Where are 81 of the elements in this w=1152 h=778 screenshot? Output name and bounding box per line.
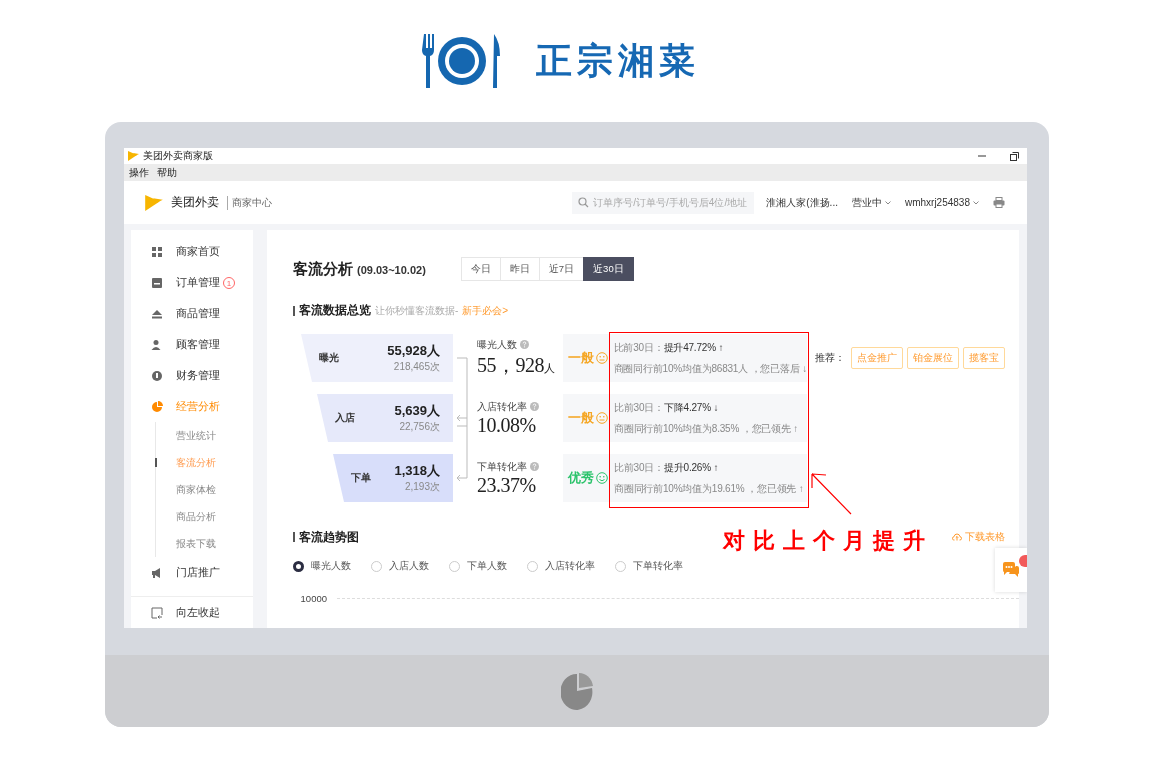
sidebar-item[interactable]: 订单管理 1 — [131, 267, 253, 298]
date-tab[interactable]: 近30日 — [583, 257, 634, 281]
peer-text: 商圈同行前10%均值为86831人 ，您已落后 ↓ — [613, 361, 807, 376]
section-hint: 让你秒懂客流数据- — [375, 304, 459, 318]
smiley-icon — [596, 472, 608, 484]
sidebar-item[interactable]: 财务管理 — [131, 360, 253, 391]
receipt-icon — [151, 276, 163, 289]
collapse-icon — [151, 606, 163, 619]
brand-title: 正宗湘菜 — [536, 38, 700, 83]
section-title: 客流数据总览 — [299, 302, 371, 319]
metric-value: 55，928人 — [477, 352, 556, 378]
date-tab[interactable]: 昨日 — [499, 257, 540, 281]
coin-icon — [151, 369, 163, 382]
menu-item[interactable]: 操作 — [129, 165, 149, 180]
metric-value: 23.37% — [477, 473, 537, 497]
funnel-step: 下单 1,318人 2,193次 — [333, 454, 453, 502]
chat-button[interactable] — [995, 548, 1027, 592]
app-brand: 美团外卖 — [171, 194, 219, 211]
minimize-icon — [978, 155, 986, 157]
metric-radio[interactable]: 入店转化率 — [527, 559, 595, 573]
collapse-button[interactable]: 向左收起 — [131, 596, 253, 628]
help-icon[interactable] — [530, 402, 539, 411]
page-title: 客流分析 (09.03~10.02) — [293, 259, 426, 279]
caret-icon — [884, 200, 891, 205]
sidebar-subitem[interactable]: 商家体检 — [156, 476, 253, 503]
annotation-text: 对比上个月提升 — [723, 527, 933, 555]
app-subtitle: 商家中心 — [227, 195, 272, 210]
annotation-arrow — [808, 470, 854, 516]
chat-icon — [1002, 562, 1020, 578]
rating-label: 优秀 — [568, 469, 594, 487]
smiley-icon — [596, 352, 608, 364]
funnel-step: 曝光 55,928人 218,465次 — [301, 334, 453, 382]
section-title: 客流趋势图 — [299, 528, 359, 546]
metric-radio[interactable]: 下单转化率 — [615, 559, 683, 573]
metric-radio[interactable]: 下单人数 — [449, 559, 507, 573]
axis-label: 10000 — [299, 593, 327, 604]
help-icon[interactable] — [530, 462, 539, 471]
compare-text: 比前30日：下降4.27% ↓ — [614, 400, 720, 415]
sidebar-subitem[interactable]: 商品分析 — [156, 503, 253, 530]
compare-text: 比前30日：提升47.72% ↑ — [613, 340, 725, 355]
date-tab[interactable]: 近7日 — [538, 257, 585, 281]
brand-logo-icon — [561, 672, 593, 710]
sidebar-item[interactable]: 顾客管理 — [131, 329, 253, 360]
pie-chart-icon — [151, 400, 163, 413]
metric-radio[interactable]: 曝光人数 — [293, 559, 351, 573]
rating-label: 一般 — [568, 349, 594, 367]
caret-icon — [973, 200, 979, 205]
metric-label: 下单转化率 — [477, 459, 527, 474]
store-name[interactable]: 淮湘人家(淮扬... — [766, 195, 838, 210]
person-icon — [151, 338, 163, 351]
metric-value: 10.08% — [477, 413, 537, 437]
compare-text: 比前30日：提升0.26% ↑ — [614, 460, 720, 475]
metric-label: 曝光人数 — [477, 337, 517, 352]
peer-text: 商圈同行前10%均值为8.35% ，您已领先 ↑ — [614, 421, 799, 436]
rating-label: 一般 — [568, 409, 594, 427]
menu-item[interactable]: 帮助 — [157, 165, 177, 180]
user-dropdown[interactable]: wmhxrj254838 — [904, 197, 979, 208]
status-dropdown[interactable]: 营业中 — [851, 195, 891, 210]
app-logo-icon — [145, 194, 163, 211]
sidebar-item[interactable]: 商品管理 — [131, 298, 253, 329]
metric-radio[interactable]: 入店人数 — [371, 559, 429, 573]
funnel-step: 入店 5,639人 22,756次 — [317, 394, 453, 442]
print-icon[interactable] — [993, 197, 1005, 208]
help-icon[interactable] — [520, 340, 529, 349]
sidebar-item[interactable]: 商家首页 — [131, 236, 253, 267]
megaphone-icon — [151, 566, 163, 579]
grid-icon — [151, 245, 163, 258]
sidebar-subitem[interactable]: 营业统计 — [156, 422, 253, 449]
date-tab[interactable]: 今日 — [460, 257, 501, 281]
fork-plate-knife-icon — [422, 32, 502, 90]
smiley-icon — [596, 412, 608, 424]
restore-icon — [1009, 151, 1019, 161]
metric-label: 入店转化率 — [477, 399, 527, 414]
peer-text: 商圈同行前10%均值为19.61% ，您已领先 ↑ — [614, 481, 804, 496]
app-logo-icon — [128, 151, 139, 161]
recommend-label: 推荐： — [815, 351, 845, 365]
sidebar-item[interactable]: 门店推广 — [131, 557, 253, 588]
search-icon — [578, 197, 590, 208]
sidebar-subitem[interactable]: 报表下载 — [156, 530, 253, 557]
cloud-icon — [952, 533, 962, 541]
window-title: 美团外卖商家版 — [143, 149, 213, 163]
